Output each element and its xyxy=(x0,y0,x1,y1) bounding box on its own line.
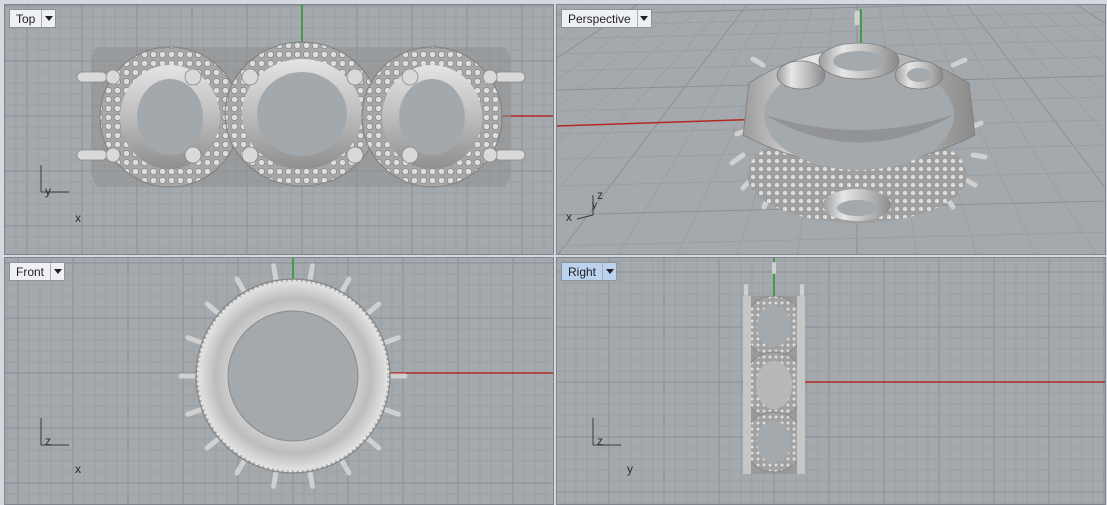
viewport-front[interactable]: Front z x xyxy=(4,257,554,505)
axis-label-y: y xyxy=(45,184,51,198)
axis-label-z: z xyxy=(597,434,603,448)
axis-label-z: z xyxy=(597,188,603,202)
links-side xyxy=(742,295,806,473)
chevron-down-icon[interactable] xyxy=(636,10,651,27)
viewport-tab-right[interactable]: Right xyxy=(561,262,618,281)
axis-label-y: y xyxy=(592,200,597,211)
prong xyxy=(381,335,401,346)
ring-right-view xyxy=(742,262,806,474)
viewport-title-top: Top xyxy=(16,12,36,26)
link-center xyxy=(224,41,380,187)
prong xyxy=(339,276,352,295)
link-right xyxy=(361,46,503,188)
viewport-title-right: Right xyxy=(568,265,597,279)
viewport-right[interactable]: Right z y xyxy=(556,257,1106,505)
prong xyxy=(339,457,352,476)
prong xyxy=(185,335,205,346)
viewport-title-perspective: Perspective xyxy=(568,12,631,26)
prong xyxy=(364,435,382,451)
prong xyxy=(307,469,315,489)
link-left xyxy=(99,46,241,188)
viewport-tab-front[interactable]: Front xyxy=(9,262,66,281)
prong xyxy=(234,276,247,295)
prong xyxy=(271,263,279,283)
prong xyxy=(234,457,247,476)
chevron-down-icon[interactable] xyxy=(41,10,55,27)
prong xyxy=(381,406,401,417)
prongs-side xyxy=(744,262,804,296)
ring-front-view xyxy=(178,263,408,489)
viewport-tab-top[interactable]: Top xyxy=(9,9,57,28)
prong xyxy=(307,263,315,283)
viewport-area: Top y x Perspective z y x Front z x Righ… xyxy=(0,0,1107,505)
viewport-title-front: Front xyxy=(16,265,45,279)
prong xyxy=(204,435,222,451)
prong xyxy=(204,301,222,317)
prong xyxy=(185,406,205,417)
axis-label-y: y xyxy=(627,462,633,476)
axis-label-x: x xyxy=(75,211,81,225)
viewport-perspective[interactable]: Perspective z y x xyxy=(556,4,1106,255)
chevron-down-icon[interactable] xyxy=(602,263,616,280)
chevron-down-icon[interactable] xyxy=(50,263,64,280)
axis-label-x: x xyxy=(75,462,81,476)
axis-label-z: z xyxy=(45,434,51,448)
ring-top-view xyxy=(76,41,526,188)
prong xyxy=(271,469,279,489)
viewport-top[interactable]: Top y x xyxy=(4,4,554,255)
prong xyxy=(364,301,382,317)
ring-perspective-view xyxy=(729,10,988,223)
viewport-tab-perspective[interactable]: Perspective xyxy=(561,9,652,28)
axis-label-x: x xyxy=(566,210,572,224)
